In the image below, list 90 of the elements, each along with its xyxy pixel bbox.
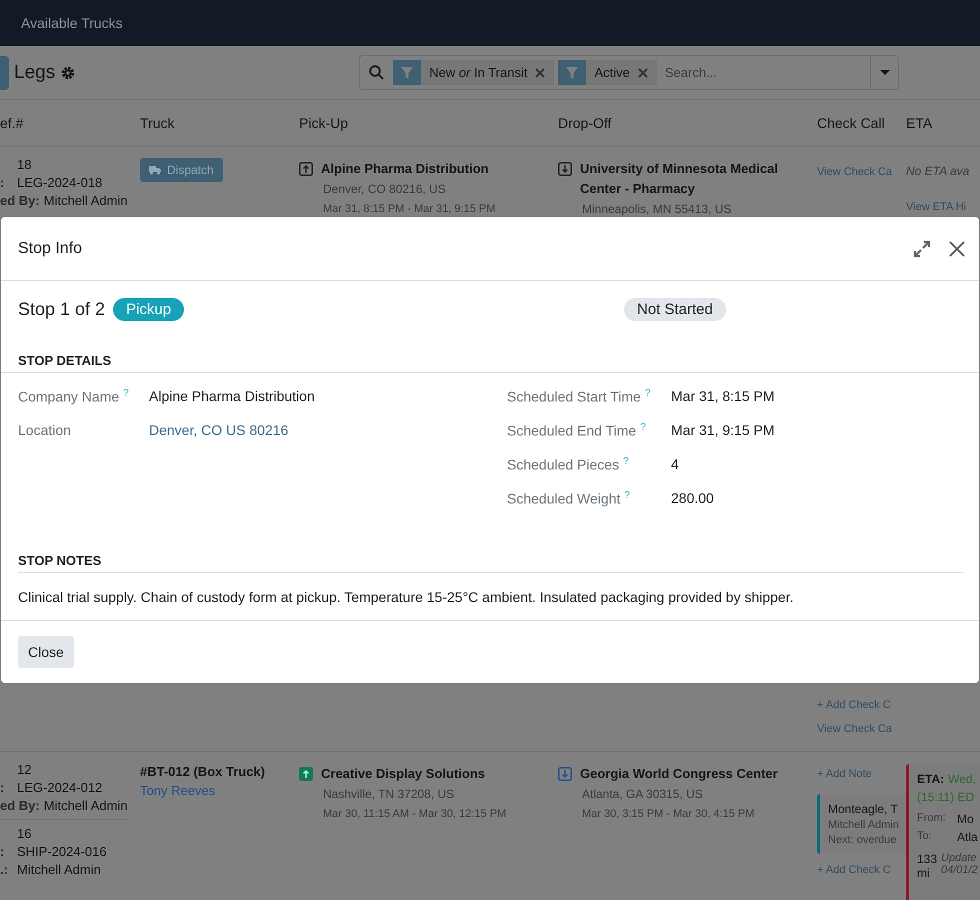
search-icon xyxy=(369,65,384,80)
to-value: Atla xyxy=(957,830,978,844)
field-value: LEG-2024-018 xyxy=(17,175,102,190)
filter-icon xyxy=(401,66,414,78)
field-label: Scheduled Weight $^{?}$ xyxy=(507,490,631,507)
field-label: : xyxy=(0,175,6,190)
status-tag: Not Started xyxy=(624,298,726,322)
filter-icon xyxy=(566,66,578,78)
stop-notes: Clinical trial supply. Chain of custody form at pickup. Temperature 15-25°C ambient. Insulated packaging provided by shipper. xyxy=(1,573,979,621)
time-window: Mar 31, 8:15 PM - Mar 31, 9:15 PM xyxy=(323,199,558,219)
column-header[interactable]: Drop-Off xyxy=(558,115,817,131)
eta-time: (15:11) ED xyxy=(917,790,974,804)
time-window: Mar 30, 11:15 AM - Mar 30, 12:15 PM xyxy=(323,804,558,824)
dialog-title: Stop Info xyxy=(18,240,84,258)
field-value: 280.00 xyxy=(671,490,715,506)
filter-facet[interactable]: New or In Transit xyxy=(393,60,554,85)
caret-icon xyxy=(880,70,890,76)
column-header[interactable]: Truck xyxy=(140,115,299,131)
close-icon[interactable] xyxy=(535,68,546,78)
field-value: 18 xyxy=(17,157,32,172)
eta-date: Wed, xyxy=(948,772,976,786)
driver-link[interactable]: Tony Reeves xyxy=(140,783,299,798)
time-window: Mar 30, 3:15 PM - Mar 30, 4:15 PM xyxy=(582,804,817,824)
close-button[interactable] xyxy=(949,240,965,257)
field-label: Company Name $^{?}$ xyxy=(18,388,130,405)
note-next: Next: overdue xyxy=(828,834,898,846)
stop-name: Georgia World Congress Center xyxy=(580,765,778,783)
field-value: Mar 31, 8:15 PM xyxy=(671,388,776,404)
note-author: Mitchell Admin xyxy=(828,819,898,831)
eta-label: ETA: xyxy=(917,772,944,786)
column-header[interactable]: Pick-Up xyxy=(299,115,558,131)
dispatch-button[interactable]: Dispatch xyxy=(140,158,223,182)
stop-address: Denver, CO 80216, US xyxy=(323,181,447,198)
field-label: Scheduled Start Time $^{?}$ xyxy=(507,388,652,405)
to-label: To: xyxy=(917,830,933,844)
column-header[interactable]: ef.# xyxy=(0,115,140,131)
field-label: Scheduled Pieces $^{?}$ xyxy=(507,456,630,473)
field-label: : xyxy=(0,844,6,859)
stop-name: Alpine Pharma Distribution xyxy=(321,160,489,178)
field-value: LEG-2024-012 xyxy=(17,780,102,795)
from-value: Mo xyxy=(957,812,974,826)
truck-icon xyxy=(149,165,161,175)
location-link[interactable]: Denver, CO US 80216 xyxy=(149,422,507,438)
stop-number: Stop 1 of 2 xyxy=(18,299,106,320)
field-label: .: xyxy=(0,862,9,877)
field-value: Mitchell Admin xyxy=(17,862,101,877)
expand-button[interactable] xyxy=(913,240,931,258)
from-label: From: xyxy=(917,812,947,826)
field-value: 16 xyxy=(17,826,32,841)
nav-item[interactable]: Available Trucks xyxy=(21,15,123,31)
eta-history-link[interactable]: View ETA Hi xyxy=(906,201,980,213)
distance: 133 mi xyxy=(917,852,937,880)
search-field[interactable]: Search... xyxy=(656,65,870,80)
note-title: Monteagle, T xyxy=(828,802,898,816)
close-button[interactable]: Close xyxy=(18,636,74,668)
check-call-link[interactable]: + Add Check C xyxy=(817,864,906,876)
check-call-link[interactable]: + Add Check C xyxy=(817,699,906,711)
field-label: ed By: xyxy=(0,193,40,208)
section-heading: STOP NOTES xyxy=(18,535,963,573)
field-value: 4 xyxy=(671,456,680,472)
check-call-link[interactable]: + Add Note xyxy=(817,768,906,780)
gear-icon[interactable] xyxy=(61,66,76,80)
column-header[interactable]: Check Call xyxy=(817,115,906,131)
truck-name: #BT-012 (Box Truck) xyxy=(140,764,266,779)
field-value: Mitchell Admin xyxy=(44,798,128,813)
eta-text: No ETA ava xyxy=(906,164,970,178)
field-label: ed By: xyxy=(0,798,40,813)
stop-name: Creative Display Solutions xyxy=(321,765,485,783)
column-header[interactable]: ETA xyxy=(906,115,980,131)
updated-label: Update xyxy=(941,852,978,864)
updated-date: 04/01/2 xyxy=(941,864,978,876)
section-heading: STOP DETAILS xyxy=(1,321,979,374)
check-call-link[interactable]: View Check Ca xyxy=(817,166,906,178)
field-value: SHIP-2024-016 xyxy=(17,844,107,859)
stop-name: University of Minnesota Medical Center - Pharmacy xyxy=(580,160,779,198)
close-icon[interactable] xyxy=(638,68,648,78)
check-call-link[interactable]: View Check Ca xyxy=(817,723,906,735)
stop-address: Atlanta, GA 30315, US xyxy=(582,786,704,803)
field-value: 12 xyxy=(17,762,32,777)
stop-address: Minneapolis, MN 55413, US xyxy=(582,201,732,218)
field-label: Location xyxy=(18,422,72,438)
field-value: Mar 31, 9:15 PM xyxy=(671,422,776,438)
field-value: Mitchell Admin xyxy=(44,193,128,208)
field-label: : xyxy=(0,780,6,795)
field-label: Scheduled End Time $^{?}$ xyxy=(507,422,647,439)
field-value: Alpine Pharma Distribution xyxy=(149,388,316,404)
page-title: Legs xyxy=(14,62,56,84)
filter-facet[interactable]: Active xyxy=(558,60,657,85)
stop-address: Nashville, TN 37208, US xyxy=(323,786,456,803)
stop-type-tag: Pickup xyxy=(113,298,184,322)
